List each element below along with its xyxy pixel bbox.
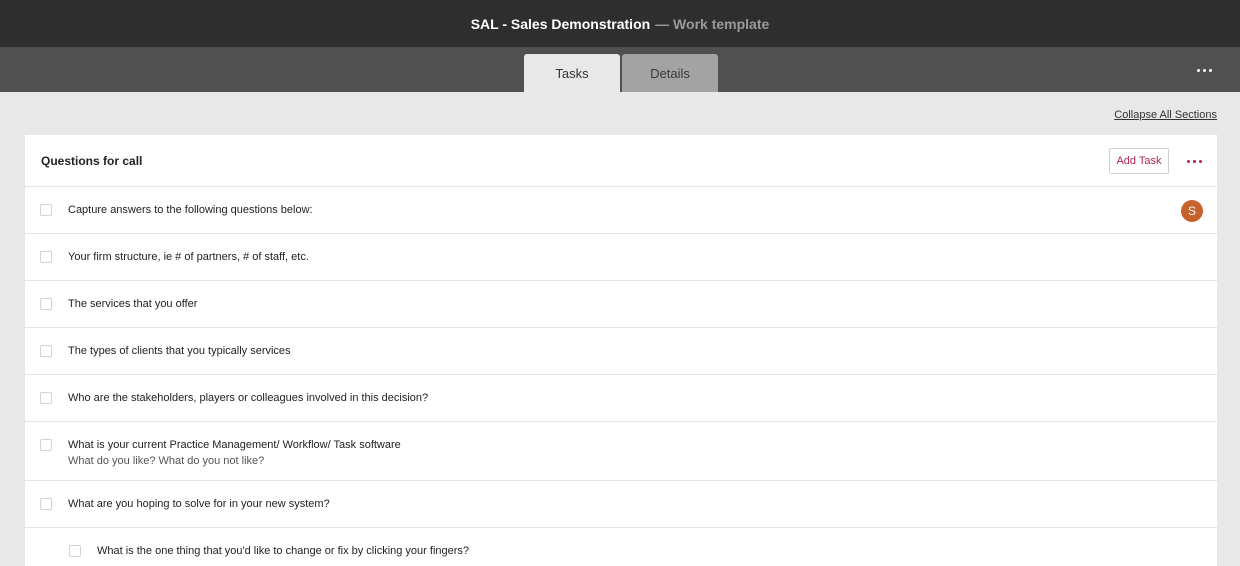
add-task-button[interactable]: Add Task [1109, 148, 1169, 174]
task-label: What is the one thing that you'd like to… [97, 545, 470, 557]
page-title: SAL - Sales Demonstration [470, 15, 651, 32]
task-row[interactable]: The types of clients that you typically … [25, 328, 1217, 375]
task-row[interactable]: The services that you offer [25, 281, 1217, 328]
task-checkbox[interactable] [40, 204, 52, 216]
task-row[interactable]: What is your current Practice Management… [25, 422, 1217, 481]
tab-details[interactable]: Details [622, 54, 718, 92]
task-row[interactable]: Your firm structure, ie # of partners, #… [25, 234, 1217, 281]
task-label: Who are the stakeholders, players or col… [68, 392, 429, 404]
subtask-row[interactable]: What is the one thing that you'd like to… [25, 528, 1217, 566]
task-label: What is your current Practice Management… [68, 439, 401, 451]
more-horizontal-icon[interactable] [1192, 60, 1216, 80]
task-label: What are you hoping to solve for in your… [68, 498, 330, 510]
tab-bar: Tasks Details [0, 47, 1240, 92]
task-label: The types of clients that you typically … [68, 345, 291, 357]
task-checkbox[interactable] [40, 345, 52, 357]
collapse-all-sections-link[interactable]: Collapse All Sections [1114, 109, 1217, 121]
section-header: Questions for call Add Task [25, 135, 1217, 187]
task-checkbox[interactable] [40, 392, 52, 404]
tab-tasks[interactable]: Tasks [524, 54, 620, 92]
title-bar: SAL - Sales Demonstration — Work templat… [0, 0, 1240, 47]
task-label: The services that you offer [68, 298, 198, 310]
task-row[interactable]: Capture answers to the following questio… [25, 187, 1217, 234]
task-description: What do you like? What do you not like? [68, 455, 265, 467]
task-row[interactable]: Who are the stakeholders, players or col… [25, 375, 1217, 422]
task-checkbox[interactable] [40, 439, 52, 451]
task-checkbox[interactable] [40, 498, 52, 510]
task-label: Capture answers to the following questio… [68, 204, 313, 216]
task-checkbox[interactable] [40, 251, 52, 263]
task-checkbox[interactable] [40, 298, 52, 310]
section-title: Questions for call [41, 153, 143, 168]
more-horizontal-icon[interactable] [1184, 151, 1204, 171]
task-checkbox[interactable] [69, 545, 81, 557]
task-label: Your firm structure, ie # of partners, #… [68, 251, 309, 263]
page-subtitle: — Work template [655, 15, 770, 32]
avatar[interactable]: S [1181, 200, 1203, 222]
task-row[interactable]: What are you hoping to solve for in your… [25, 481, 1217, 528]
task-section-card: Questions for call Add Task Capture answ… [25, 135, 1217, 566]
